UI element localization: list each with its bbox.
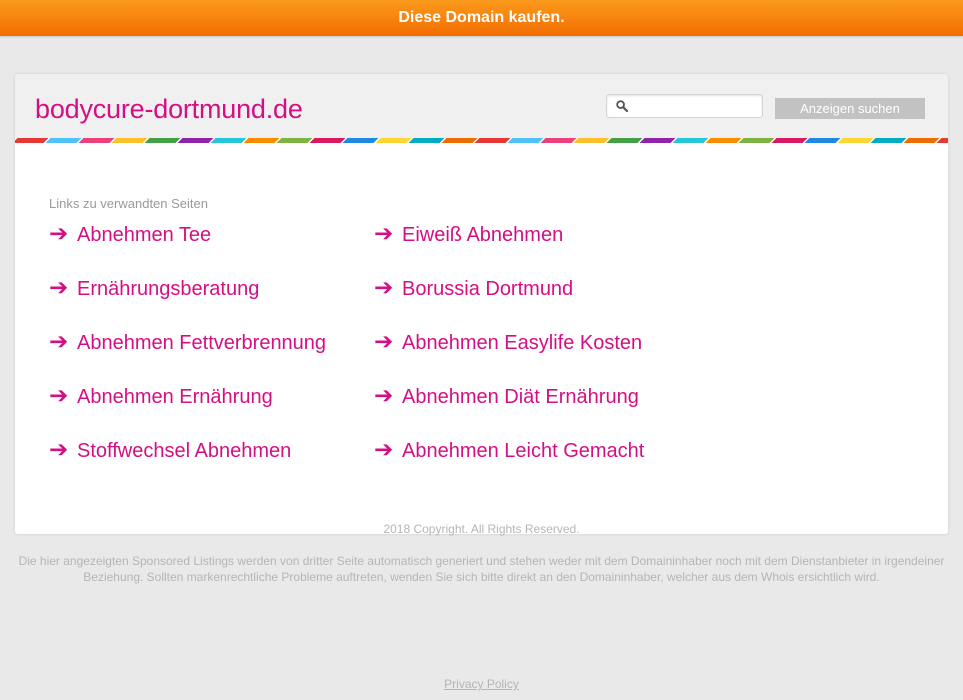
stripe-segment — [309, 138, 346, 143]
related-link[interactable]: ➔ Abnehmen Diät Ernährung — [374, 381, 639, 411]
related-link[interactable]: ➔ Abnehmen Tee — [49, 219, 211, 249]
related-link-label: Borussia Dortmund — [402, 278, 574, 300]
related-link-label: Abnehmen Diät Ernährung — [402, 386, 639, 408]
search-input[interactable] — [633, 97, 757, 114]
related-link-label: Abnehmen Easylife Kosten — [402, 332, 643, 354]
stripe-segment — [771, 138, 808, 143]
related-link-label: Abnehmen Ernährung — [77, 386, 273, 408]
arrow-right-icon: ➔ — [49, 329, 69, 355]
header: bodycure-dortmund.de Anzeigen suchen — [15, 74, 948, 138]
stripe-segment — [45, 138, 82, 143]
related-link-label: Eiweiß Abnehmen — [402, 224, 564, 246]
site-title: bodycure-dortmund.de — [35, 94, 303, 124]
stripe-segment — [210, 138, 247, 143]
related-link-label: Abnehmen Fettverbrennung — [77, 332, 327, 354]
buy-domain-banner: Diese Domain kaufen. — [0, 0, 963, 36]
arrow-right-icon: ➔ — [49, 221, 69, 247]
stripe-segment — [903, 138, 940, 143]
privacy-policy-link[interactable]: Privacy Policy — [444, 677, 519, 691]
related-link-label: Abnehmen Tee — [77, 224, 212, 246]
related-link[interactable]: ➔ Abnehmen Ernährung — [49, 381, 273, 411]
copyright-text: 2018 Copyright. All Rights Reserved. — [383, 522, 580, 536]
related-link-label: Stoffwechsel Abnehmen — [77, 440, 292, 462]
search-box[interactable] — [606, 94, 763, 118]
privacy-footer: Privacy Policy — [0, 675, 963, 693]
main-card: bodycure-dortmund.de Anzeigen suchen Lin… — [15, 74, 948, 534]
stripe-segment — [705, 138, 742, 143]
arrow-right-icon: ➔ — [374, 329, 394, 355]
arrow-right-icon: ➔ — [49, 275, 69, 301]
stripe-segment — [573, 138, 610, 143]
buy-domain-link[interactable]: Diese Domain kaufen. — [398, 0, 564, 35]
related-link[interactable]: ➔ Abnehmen Fettverbrennung — [49, 327, 326, 357]
stripe-segment — [78, 138, 115, 143]
stripe-segment — [408, 138, 445, 143]
search-button[interactable]: Anzeigen suchen — [775, 98, 925, 119]
related-link[interactable]: ➔ Abnehmen Easylife Kosten — [374, 327, 642, 357]
stripe-segment — [375, 138, 412, 143]
stripe-segment — [837, 138, 874, 143]
related-link-label: Abnehmen Leicht Gemacht — [402, 440, 645, 462]
stripe-segment — [507, 138, 544, 143]
related-link[interactable]: ➔ Borussia Dortmund — [374, 273, 573, 303]
stripe-segment — [111, 138, 148, 143]
related-link[interactable]: ➔ Abnehmen Leicht Gemacht — [374, 435, 644, 465]
arrow-right-icon: ➔ — [374, 437, 394, 463]
stripe-segment — [177, 138, 214, 143]
arrow-right-icon: ➔ — [49, 383, 69, 409]
stripe-segment — [870, 138, 907, 143]
stripe-segment — [276, 138, 313, 143]
stripe-segment — [540, 138, 577, 143]
arrow-right-icon: ➔ — [49, 437, 69, 463]
related-links-heading: Links zu verwandten Seiten — [49, 196, 208, 211]
disclaimer-text: Die hier angezeigten Sponsored Listings … — [18, 554, 945, 584]
stripe-segment — [441, 138, 478, 143]
arrow-right-icon: ➔ — [374, 383, 394, 409]
related-link[interactable]: ➔ Ernährungsberatung — [49, 273, 259, 303]
related-link-label: Ernährungsberatung — [77, 278, 260, 300]
stripe-segment — [804, 138, 841, 143]
search-icon — [616, 100, 628, 112]
stripe-segment — [672, 138, 709, 143]
related-link[interactable]: ➔ Stoffwechsel Abnehmen — [49, 435, 291, 465]
stripe-segment — [474, 138, 511, 143]
arrow-right-icon: ➔ — [374, 221, 394, 247]
stripe-segment — [606, 138, 643, 143]
related-link[interactable]: ➔ Eiweiß Abnehmen — [374, 219, 563, 249]
arrow-right-icon: ➔ — [374, 275, 394, 301]
stripe-segment — [639, 138, 676, 143]
stripe-segment — [144, 138, 181, 143]
rainbow-stripe — [15, 138, 948, 143]
stripe-segment — [243, 138, 280, 143]
stripe-segment — [738, 138, 775, 143]
stripe-segment — [342, 138, 379, 143]
stripe-segment — [15, 138, 49, 143]
